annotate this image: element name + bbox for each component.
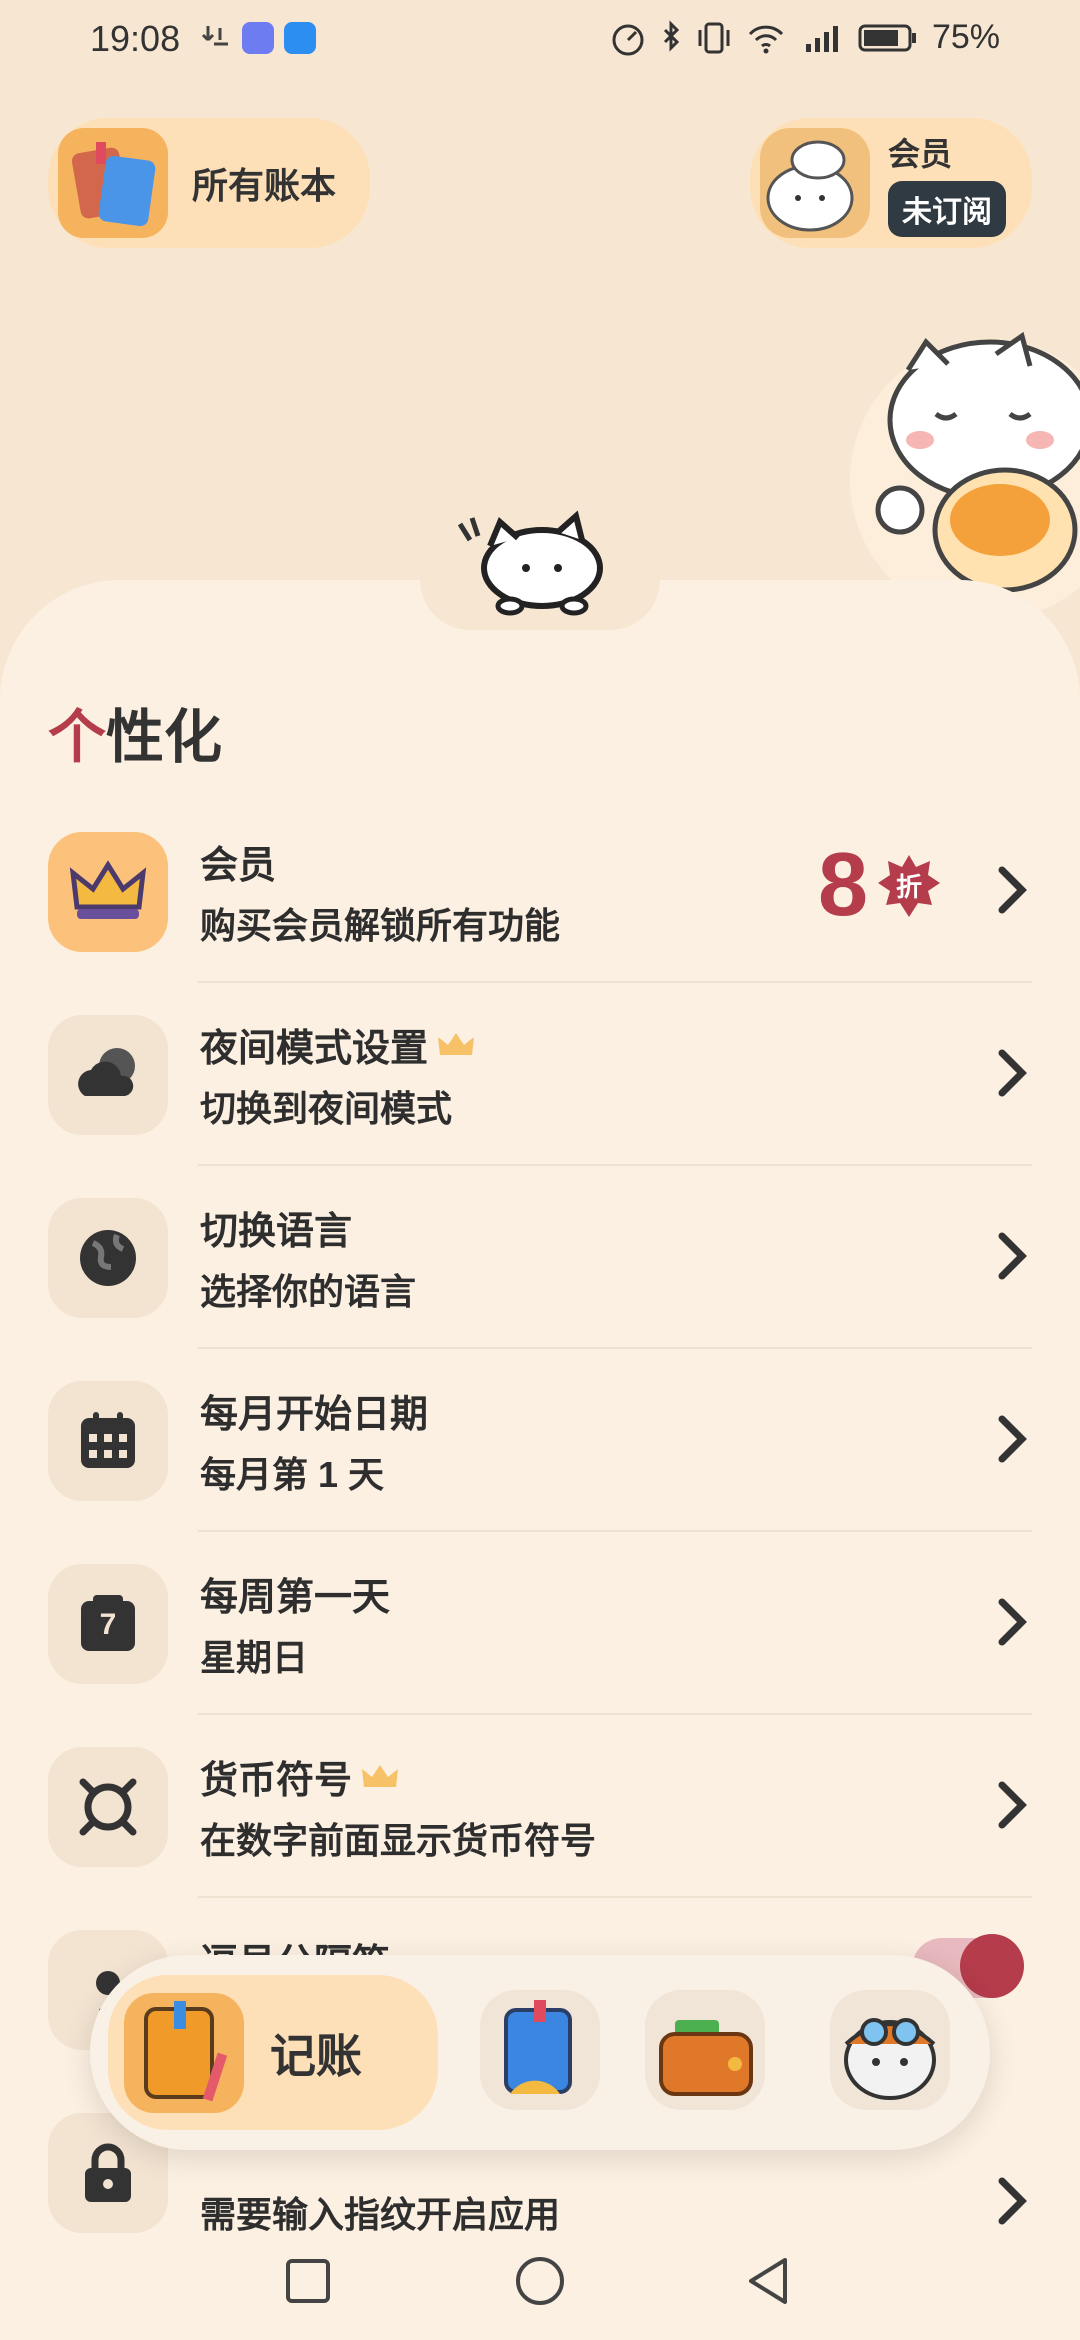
notification-icons	[200, 22, 316, 54]
settings-row-week-start[interactable]: 7 每周第一天 星期日	[48, 1532, 1032, 1715]
setting-title: 每月开始日期	[200, 1394, 429, 1436]
membership-title: 会员	[888, 136, 953, 172]
speed-icon	[612, 24, 644, 55]
battery-percent: 75%	[931, 18, 1000, 56]
subscription-status-badge: 未订阅	[888, 181, 1006, 237]
discount-unit: 折	[895, 871, 922, 902]
section-title-accent: 个	[48, 705, 107, 770]
membership-button[interactable]: 会员 未订阅	[750, 118, 1032, 248]
globe-icon	[48, 1197, 168, 1318]
setting-subtitle: 在数字前面显示货币符号	[200, 1820, 597, 1861]
setting-subtitle: 星期日	[200, 1637, 309, 1678]
chevron-right-icon	[998, 1049, 1027, 1097]
settings-row-membership[interactable]: 会员 购买会员解锁所有功能 8 折	[48, 800, 1032, 983]
setting-subtitle: 购买会员解锁所有功能	[200, 905, 561, 946]
dock-tab-profile[interactable]	[830, 1990, 950, 2110]
settings-row-language[interactable]: 切换语言 选择你的语言	[48, 1166, 1032, 1349]
currency-sign-icon	[48, 1746, 168, 1867]
discount-value: 8	[817, 835, 868, 935]
wifi-icon	[748, 25, 784, 53]
setting-title: 会员	[200, 845, 277, 887]
download-icon	[200, 22, 232, 54]
notebook-pencil-icon	[124, 1992, 244, 2113]
settings-row-month-start[interactable]: 每月开始日期 每月第 1 天	[48, 1349, 1032, 1532]
weather-app-icon	[284, 22, 316, 54]
setting-subtitle: 选择你的语言	[200, 1271, 417, 1312]
status-icons: 75%	[608, 18, 1000, 57]
home-icon[interactable]	[515, 2256, 565, 2306]
section-title: 个性化	[48, 690, 222, 774]
setting-title: 货币符号	[200, 1749, 596, 1804]
wallet-icon	[659, 2020, 753, 2096]
setting-title: 每周第一天	[200, 1577, 391, 1619]
all-books-label: 所有账本	[192, 165, 337, 206]
dock-record-label: 记账	[270, 2029, 362, 2082]
setting-subtitle: 切换到夜间模式	[200, 1088, 453, 1129]
discount-star-icon: 折	[876, 853, 942, 919]
chevron-right-icon	[998, 1232, 1027, 1280]
peeking-cat-icon	[450, 510, 610, 620]
chevron-right-icon	[998, 866, 1027, 914]
battery-icon	[858, 24, 916, 51]
dock-tab-stats[interactable]	[480, 1990, 600, 2110]
setting-title-text: 夜间模式设置	[200, 1028, 429, 1070]
music-app-icon	[242, 22, 274, 54]
setting-title-text: 货币符号	[200, 1760, 353, 1802]
crown-icon	[48, 831, 168, 952]
book-chart-icon	[504, 2000, 572, 2094]
system-nav-bar	[0, 2200, 1080, 2340]
setting-title: 切换语言	[200, 1211, 353, 1253]
back-icon[interactable]	[745, 2256, 791, 2306]
section-title-rest: 性化	[106, 705, 223, 770]
all-books-button[interactable]: 所有账本	[48, 118, 370, 248]
dock-tab-record[interactable]: 记账	[108, 1975, 438, 2130]
toggle-knob	[960, 1934, 1024, 1998]
chevron-right-icon	[998, 1598, 1027, 1646]
chevron-right-icon	[998, 1781, 1027, 1829]
recent-apps-icon[interactable]	[285, 2258, 331, 2304]
calendar-day-number: 7	[99, 1607, 117, 1641]
status-time: 19:08	[90, 18, 181, 59]
books-icon	[58, 128, 168, 238]
discount-badge: 8 折	[818, 834, 942, 937]
vibrate-icon	[698, 22, 730, 53]
settings-row-night-mode[interactable]: 夜间模式设置 切换到夜间模式	[48, 983, 1032, 1166]
cat-avatar-icon	[760, 128, 870, 238]
setting-subtitle: 每月第 1 天	[200, 1454, 385, 1495]
calendar-day-icon: 7	[48, 1563, 168, 1684]
signal-icon	[805, 25, 838, 52]
cloud-moon-icon	[48, 1014, 168, 1135]
calendar-grid-icon	[48, 1380, 168, 1501]
status-bar: 19:08 75%	[0, 0, 1080, 90]
chevron-right-icon	[998, 1415, 1027, 1463]
settings-row-currency[interactable]: 货币符号 在数字前面显示货币符号	[48, 1715, 1032, 1898]
fox-pilot-avatar-icon	[844, 2018, 936, 2100]
premium-crown-icon	[438, 1032, 475, 1055]
bluetooth-icon	[663, 19, 680, 52]
setting-title: 夜间模式设置	[200, 1017, 476, 1072]
bottom-dock: 记账	[90, 1955, 990, 2150]
dock-tab-wallet[interactable]	[645, 1990, 765, 2110]
premium-crown-icon	[362, 1764, 399, 1787]
